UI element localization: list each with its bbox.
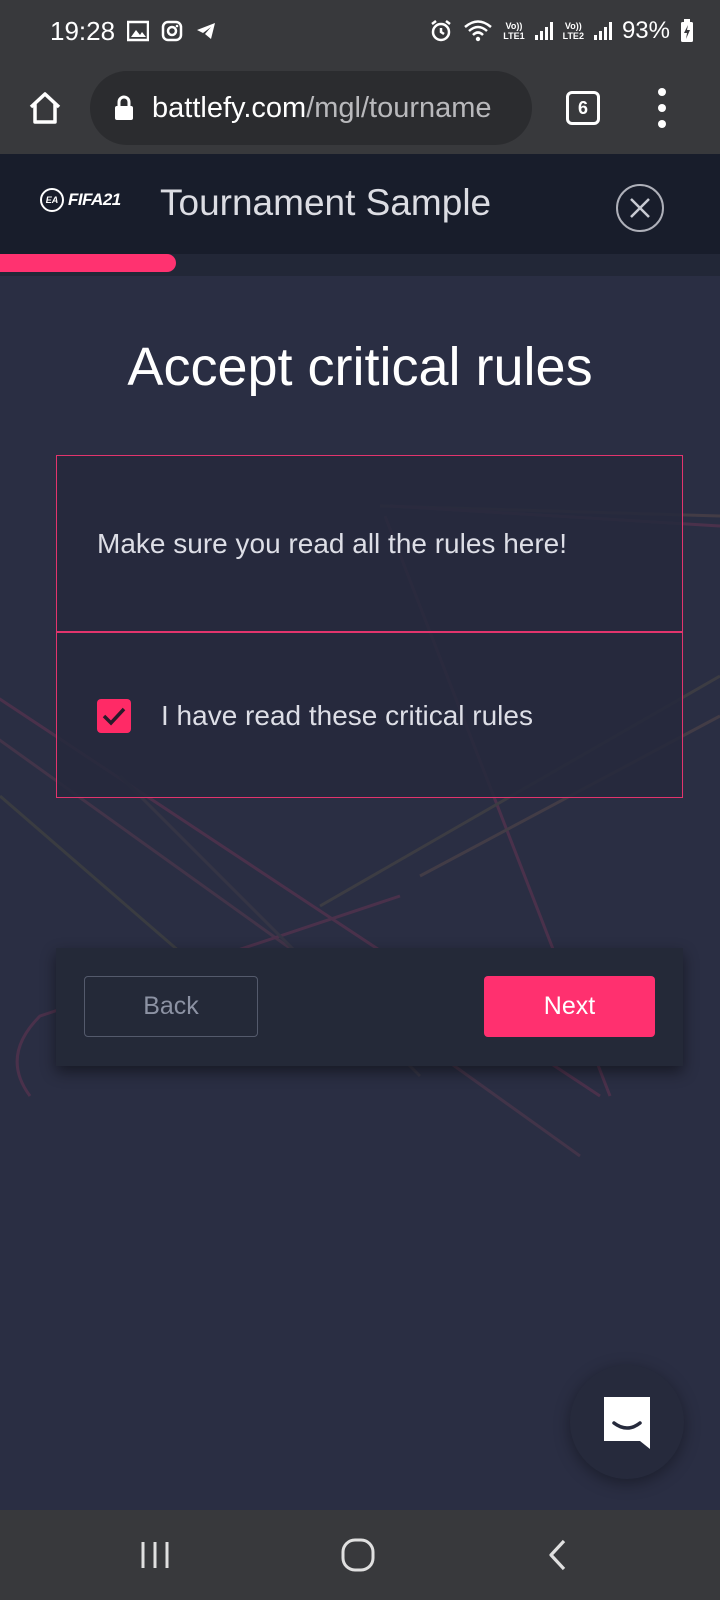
status-bar: 19:28 Vo)) LTE1 Vo)) LTE2 93% xyxy=(0,0,720,62)
ea-logo: EA xyxy=(40,188,64,212)
sim2-indicator: Vo)) LTE2 xyxy=(562,21,584,41)
home-icon xyxy=(29,92,61,124)
url-path: /mgl/tourname xyxy=(306,91,492,124)
lock-icon xyxy=(115,95,133,120)
status-time: 19:28 xyxy=(50,15,116,46)
battery-percent: 93% xyxy=(621,17,670,44)
chat-icon xyxy=(604,1397,650,1449)
checkmark-icon xyxy=(102,707,126,726)
accept-rules-row[interactable]: I have read these critical rules xyxy=(97,699,533,733)
status-left: 19:28 xyxy=(50,16,217,47)
signal-icon xyxy=(593,22,612,40)
url-domain: battlefy.com xyxy=(152,91,307,124)
home-button[interactable] xyxy=(0,62,90,154)
back-button[interactable]: Back xyxy=(84,976,258,1037)
wifi-icon xyxy=(464,20,493,42)
rules-link-text[interactable]: Make sure you read all the rules here! xyxy=(97,528,567,560)
next-button[interactable]: Next xyxy=(484,976,655,1037)
sim1-indicator: Vo)) LTE1 xyxy=(503,21,525,41)
app-header: EA FIFA21 Tournament Sample xyxy=(0,154,720,254)
alarm-icon xyxy=(431,20,452,42)
close-button[interactable] xyxy=(616,184,664,232)
recent-apps-icon xyxy=(141,1542,169,1568)
wizard-navigation: Back Next xyxy=(56,948,683,1066)
progress-fill xyxy=(0,254,177,272)
progress-bar xyxy=(0,254,720,276)
tab-switcher-button[interactable]: 6 xyxy=(566,91,600,125)
status-right: Vo)) LTE1 Vo)) LTE2 93% xyxy=(429,17,694,45)
home-circle-icon xyxy=(341,1538,375,1572)
instagram-icon xyxy=(161,20,183,42)
back-arrow-icon xyxy=(549,1539,566,1571)
menu-dot xyxy=(658,104,666,112)
rules-card: Make sure you read all the rules here! I… xyxy=(56,455,683,798)
menu-dot xyxy=(658,88,666,96)
fifa21-logo: EA FIFA21 xyxy=(40,188,121,212)
close-icon xyxy=(630,198,650,218)
system-navigation-bar xyxy=(0,1510,720,1600)
browser-toolbar: battlefy.com/mgl/tourname 6 xyxy=(0,62,720,154)
divider xyxy=(57,631,682,633)
back-nav-button[interactable] xyxy=(533,1530,583,1580)
fifa-logo-text: FIFA21 xyxy=(68,190,121,209)
gallery-icon xyxy=(127,20,150,42)
recent-apps-button[interactable] xyxy=(130,1530,180,1580)
telegram-icon xyxy=(197,23,216,39)
address-bar[interactable]: battlefy.com/mgl/tourname xyxy=(90,71,532,145)
battery-charging-icon xyxy=(681,19,693,42)
tournament-title: Tournament Sample xyxy=(160,182,492,223)
home-nav-button[interactable] xyxy=(333,1530,383,1580)
page-title: Accept critical rules xyxy=(127,337,593,397)
signal-icon xyxy=(534,22,553,40)
chat-button[interactable] xyxy=(570,1365,684,1479)
accept-rules-checkbox[interactable] xyxy=(97,699,131,733)
menu-dot xyxy=(658,120,666,128)
browser-menu-button[interactable] xyxy=(652,88,672,128)
accept-rules-label: I have read these critical rules xyxy=(161,700,533,731)
